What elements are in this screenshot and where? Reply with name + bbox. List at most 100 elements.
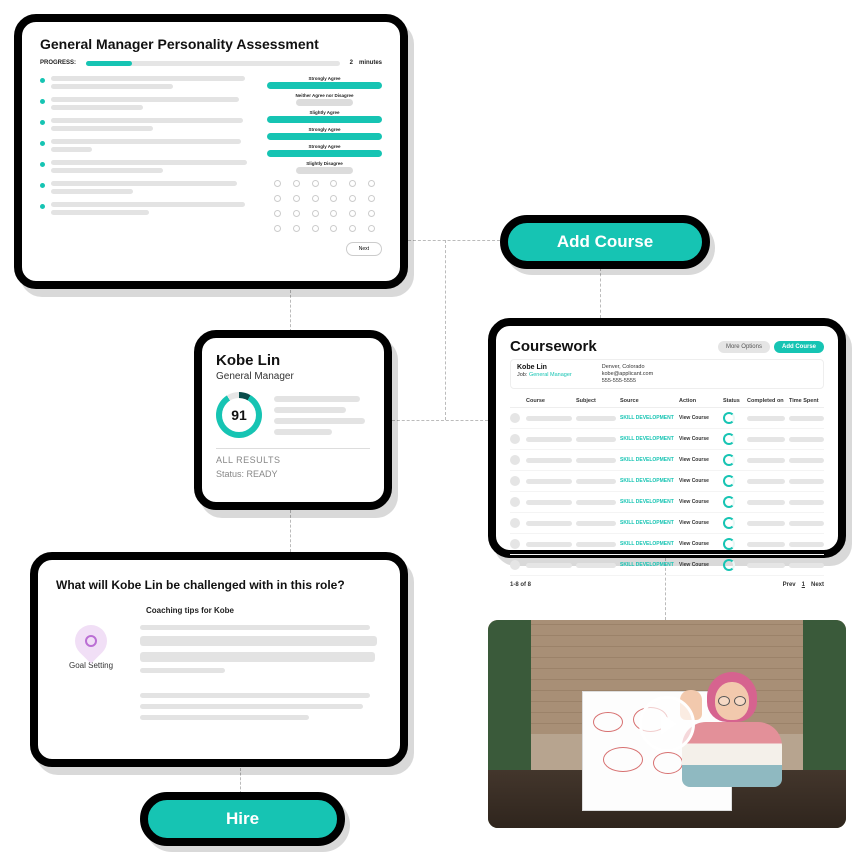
row-avatar: [510, 518, 520, 528]
profile-name: Kobe Lin: [216, 352, 370, 369]
cw-person-name: Kobe Lin: [517, 364, 572, 371]
row-subject: [576, 458, 616, 463]
row-view-course[interactable]: View Course: [679, 457, 719, 463]
row-source-link[interactable]: SKILL DEVELOPMENT: [620, 562, 675, 568]
scale-pill[interactable]: [296, 167, 354, 174]
progress-row: PROGRESS: 2 minutes: [40, 60, 382, 66]
connector-challenges-hire: [240, 768, 241, 794]
coursework-row: SKILL DEVELOPMENT View Course: [510, 492, 824, 513]
assessment-title: General Manager Personality Assessment: [40, 36, 382, 52]
row-avatar: [510, 434, 520, 444]
video-presenter: [672, 672, 792, 822]
row-view-course[interactable]: View Course: [679, 436, 719, 442]
radio-option[interactable]: [274, 180, 281, 187]
scale-label: Slightly Agree: [309, 110, 339, 115]
pager-current[interactable]: 1: [802, 582, 805, 588]
pager-prev[interactable]: Prev: [783, 582, 796, 588]
row-time: [789, 479, 824, 484]
hire-button[interactable]: Hire: [140, 792, 345, 846]
row-course: [526, 521, 572, 526]
row-view-course[interactable]: View Course: [679, 499, 719, 505]
scale-pill[interactable]: [267, 82, 382, 89]
coursework-row: SKILL DEVELOPMENT View Course: [510, 534, 824, 555]
row-source-link[interactable]: SKILL DEVELOPMENT: [620, 478, 675, 484]
row-course: [526, 416, 572, 421]
row-subject: [576, 500, 616, 505]
add-course-button[interactable]: Add Course: [500, 215, 710, 269]
all-results-link[interactable]: ALL RESULTS: [216, 455, 370, 465]
scale-pill[interactable]: [296, 99, 354, 106]
row-course: [526, 479, 572, 484]
score-value: 91: [231, 407, 247, 423]
profile-role: General Manager: [216, 371, 370, 382]
row-time: [789, 416, 824, 421]
row-view-course[interactable]: View Course: [679, 541, 719, 547]
progress-bar: [86, 61, 340, 66]
more-options-button[interactable]: More Options: [718, 341, 770, 353]
row-completed: [747, 479, 785, 484]
connector-h1: [408, 240, 500, 241]
row-time: [789, 542, 824, 547]
row-course: [526, 542, 572, 547]
radio-option[interactable]: [293, 180, 300, 187]
row-time: [789, 458, 824, 463]
row-time: [789, 521, 824, 526]
row-avatar: [510, 413, 520, 423]
profile-card: Kobe Lin General Manager 91 ALL RESULTS …: [194, 330, 392, 510]
row-view-course[interactable]: View Course: [679, 415, 719, 421]
row-source-link[interactable]: SKILL DEVELOPMENT: [620, 541, 675, 547]
scale-label: Neither Agree nor Disagree: [295, 93, 353, 98]
row-source-link[interactable]: SKILL DEVELOPMENT: [620, 415, 675, 421]
connector-corner: [445, 240, 446, 420]
play-icon[interactable]: [639, 696, 695, 752]
connector-h2: [392, 420, 488, 421]
row-subject: [576, 563, 616, 568]
scale-label: Strongly Agree: [308, 127, 340, 132]
row-subject: [576, 479, 616, 484]
scale-pill[interactable]: [267, 133, 382, 140]
row-course: [526, 563, 572, 568]
row-view-course[interactable]: View Course: [679, 478, 719, 484]
scale-pill[interactable]: [267, 150, 382, 157]
next-button[interactable]: Next: [346, 242, 382, 256]
row-source-link[interactable]: SKILL DEVELOPMENT: [620, 457, 675, 463]
challenges-heading: What will Kobe Lin be challenged with in…: [56, 578, 382, 592]
radio-row: [267, 178, 382, 189]
row-avatar: [510, 455, 520, 465]
goal-setting-icon: [68, 618, 113, 663]
coursework-table-header: Course Subject Source Action Status Comp…: [510, 395, 824, 408]
scale-label: Strongly Agree: [308, 76, 340, 81]
row-completed: [747, 542, 785, 547]
cw-person-job[interactable]: General Manager: [529, 372, 572, 378]
radio-option[interactable]: [349, 180, 356, 187]
row-source-link[interactable]: SKILL DEVELOPMENT: [620, 520, 675, 526]
radio-option[interactable]: [368, 180, 375, 187]
row-completed: [747, 437, 785, 442]
scale-pill[interactable]: [267, 116, 382, 123]
row-view-course[interactable]: View Course: [679, 562, 719, 568]
row-status-ring: [723, 454, 735, 466]
row-source-link[interactable]: SKILL DEVELOPMENT: [620, 499, 675, 505]
coaching-tips-label: Coaching tips for Kobe: [146, 606, 382, 615]
add-course-mini-button[interactable]: Add Course: [774, 341, 824, 353]
pager-next[interactable]: Next: [811, 582, 824, 588]
row-avatar: [510, 539, 520, 549]
row-status-ring: [723, 517, 735, 529]
row-completed: [747, 521, 785, 526]
row-view-course[interactable]: View Course: [679, 520, 719, 526]
row-status-ring: [723, 538, 735, 550]
row-completed: [747, 458, 785, 463]
assessment-scale: Strongly Agree Neither Agree nor Disagre…: [267, 76, 382, 256]
coursework-pager: Prev 1 Next: [783, 582, 824, 588]
progress-label: PROGRESS:: [40, 60, 76, 66]
radio-option[interactable]: [312, 180, 319, 187]
radio-option[interactable]: [330, 180, 337, 187]
row-completed: [747, 500, 785, 505]
video-thumbnail[interactable]: [488, 620, 846, 828]
row-source-link[interactable]: SKILL DEVELOPMENT: [620, 436, 675, 442]
row-avatar: [510, 560, 520, 570]
row-time: [789, 563, 824, 568]
row-course: [526, 500, 572, 505]
coursework-row: SKILL DEVELOPMENT View Course: [510, 555, 824, 576]
row-subject: [576, 416, 616, 421]
